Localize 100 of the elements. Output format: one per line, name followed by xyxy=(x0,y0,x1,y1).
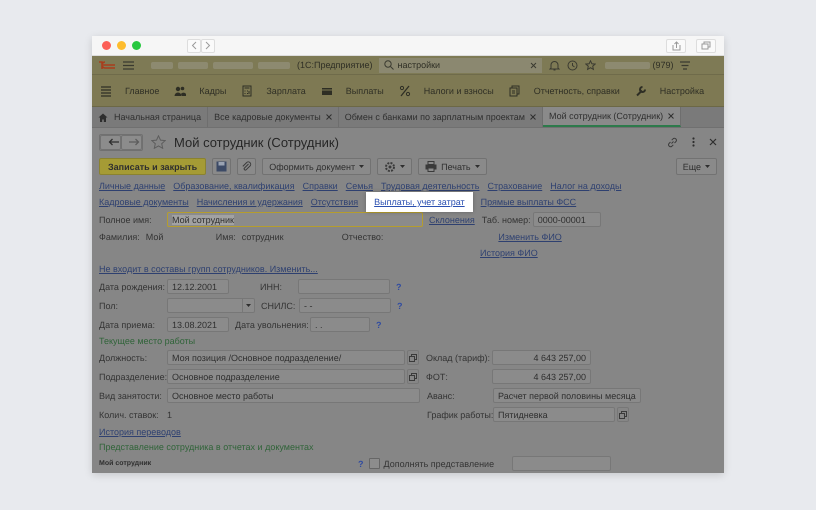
caret-icon xyxy=(705,165,710,168)
section-link[interactable]: Отсутствия xyxy=(310,197,358,207)
field-label: Фамилия: xyxy=(99,232,140,242)
checkbox[interactable] xyxy=(368,458,380,469)
menu-icon[interactable] xyxy=(680,60,690,70)
attach-button[interactable] xyxy=(237,158,256,175)
field-label: Аванс: xyxy=(427,390,456,400)
section-link[interactable]: Семья xyxy=(346,181,373,191)
caret-icon xyxy=(400,165,406,168)
redacted-block xyxy=(151,62,173,68)
section-item[interactable]: Выплаты xyxy=(320,84,384,96)
star-icon[interactable] xyxy=(585,60,596,70)
input-field[interactable]: . . xyxy=(310,317,370,332)
open-button[interactable] xyxy=(407,369,419,384)
more-button[interactable]: Еще xyxy=(676,158,717,175)
star-icon[interactable] xyxy=(151,135,166,149)
section-link[interactable]: Образование, квалификация xyxy=(173,181,295,191)
search-field[interactable]: настройки xyxy=(379,58,542,72)
input-field[interactable]: - - xyxy=(299,298,391,313)
help-link[interactable]: ? xyxy=(376,320,382,330)
caret-icon xyxy=(474,165,480,168)
field-label: Таб. номер: xyxy=(482,214,532,224)
section-link[interactable]: Страхование xyxy=(487,181,542,191)
input-field[interactable]: Моя позиция /Основное подразделение/ xyxy=(167,350,405,365)
input-field[interactable]: 13.08.2021 xyxy=(167,317,229,332)
link[interactable]: История переводов xyxy=(99,427,181,437)
save-and-close-button[interactable]: Записать и закрыть xyxy=(99,158,206,175)
save-button[interactable] xyxy=(212,158,232,175)
history-icon[interactable] xyxy=(567,60,578,70)
tabs-button[interactable] xyxy=(696,38,716,52)
caret-icon xyxy=(359,165,364,168)
print-button[interactable]: Печать xyxy=(418,158,487,175)
menu-icon[interactable] xyxy=(123,60,134,70)
tab[interactable]: Все кадровые документы xyxy=(208,107,339,127)
printer-icon xyxy=(425,161,438,172)
input-field[interactable]: 4 643 257,00 xyxy=(492,350,591,365)
forward-button[interactable] xyxy=(121,134,142,150)
open-button[interactable] xyxy=(407,350,419,365)
link[interactable]: Изменить ФИО xyxy=(498,232,562,242)
close-icon[interactable] xyxy=(709,138,717,146)
section-item[interactable]: Налоги и взносы xyxy=(398,84,494,96)
redacted-block xyxy=(258,62,290,68)
product-name: (1С:Предприятие) xyxy=(297,60,372,70)
section-link[interactable]: Прямые выплаты ФСС xyxy=(480,197,576,207)
input-field[interactable]: 0000-00001 xyxy=(532,212,601,227)
gear-menu-button[interactable] xyxy=(377,158,412,175)
list-icon xyxy=(100,84,112,96)
section-link[interactable]: Личные данные xyxy=(99,181,166,191)
paperclip-icon xyxy=(241,161,252,172)
input-field[interactable]: Мой сотрудник xyxy=(167,212,423,227)
link[interactable]: История ФИО xyxy=(480,248,538,258)
close-icon[interactable] xyxy=(668,113,674,119)
section-link[interactable]: Справки xyxy=(302,181,338,191)
section-item[interactable]: Зарплата xyxy=(241,84,306,96)
section-item[interactable]: Главное xyxy=(100,84,160,96)
input-field[interactable]: Основное место работы xyxy=(167,388,420,403)
close-icon[interactable] xyxy=(326,114,332,120)
field-label: Колич. ставок: xyxy=(99,410,160,420)
help-link[interactable]: ? xyxy=(396,282,402,292)
open-icon xyxy=(409,354,417,362)
link[interactable]: Не входит в составы групп сотрудников. Изменить... xyxy=(99,264,318,274)
section-link[interactable]: Начисления и удержания xyxy=(196,197,303,207)
section-link[interactable]: Выплаты, учет затрат xyxy=(366,192,473,212)
format-document-button[interactable]: Оформить документ xyxy=(262,158,372,175)
section-item[interactable]: Кадры xyxy=(174,84,226,96)
help-link[interactable]: ? xyxy=(358,458,364,468)
clear-icon[interactable] xyxy=(530,62,538,68)
input-field[interactable]: 4 643 257,00 xyxy=(492,369,591,384)
input-field[interactable]: Основное подразделение xyxy=(167,369,405,384)
section-link[interactable]: Кадровые документы xyxy=(99,197,189,207)
section-item[interactable]: Отчетность, справки xyxy=(508,84,620,96)
field-label: ФОТ: xyxy=(426,372,449,382)
close-icon[interactable] xyxy=(530,114,536,120)
link[interactable]: Склонения xyxy=(429,214,475,224)
input-field[interactable]: Расчет первой половины месяца xyxy=(493,388,641,403)
share-button[interactable] xyxy=(666,38,686,52)
section-link[interactable]: Налог на доходы xyxy=(550,181,622,191)
documents-icon xyxy=(508,84,521,96)
redacted-block xyxy=(213,62,253,68)
input-field[interactable]: 12.12.2001 xyxy=(167,279,229,294)
field-label: График работы: xyxy=(427,410,493,420)
back-button[interactable] xyxy=(100,134,121,150)
bell-icon[interactable] xyxy=(549,60,560,70)
user-count: (979) xyxy=(652,60,674,70)
link-icon[interactable] xyxy=(667,136,678,148)
input-field[interactable]: Пятидневка xyxy=(493,407,615,422)
section-link[interactable]: Трудовая деятельность xyxy=(380,181,480,191)
help-link[interactable]: ? xyxy=(397,300,402,310)
field-label: Подразделение: xyxy=(99,372,167,382)
field-label: СНИЛС: xyxy=(261,300,296,310)
field-value: 1 xyxy=(167,410,174,420)
tab[interactable]: Мой сотрудник (Сотрудник) xyxy=(542,107,682,127)
section-heading: Текущее место работы xyxy=(99,336,196,346)
gear-icon xyxy=(384,160,396,172)
chevron-left-icon xyxy=(191,41,197,50)
more-icon[interactable] xyxy=(692,137,695,147)
tab[interactable]: Начальная страница xyxy=(92,107,208,127)
open-button[interactable] xyxy=(617,407,629,422)
people-icon xyxy=(174,84,186,96)
section-item[interactable]: Настройка xyxy=(634,84,704,96)
